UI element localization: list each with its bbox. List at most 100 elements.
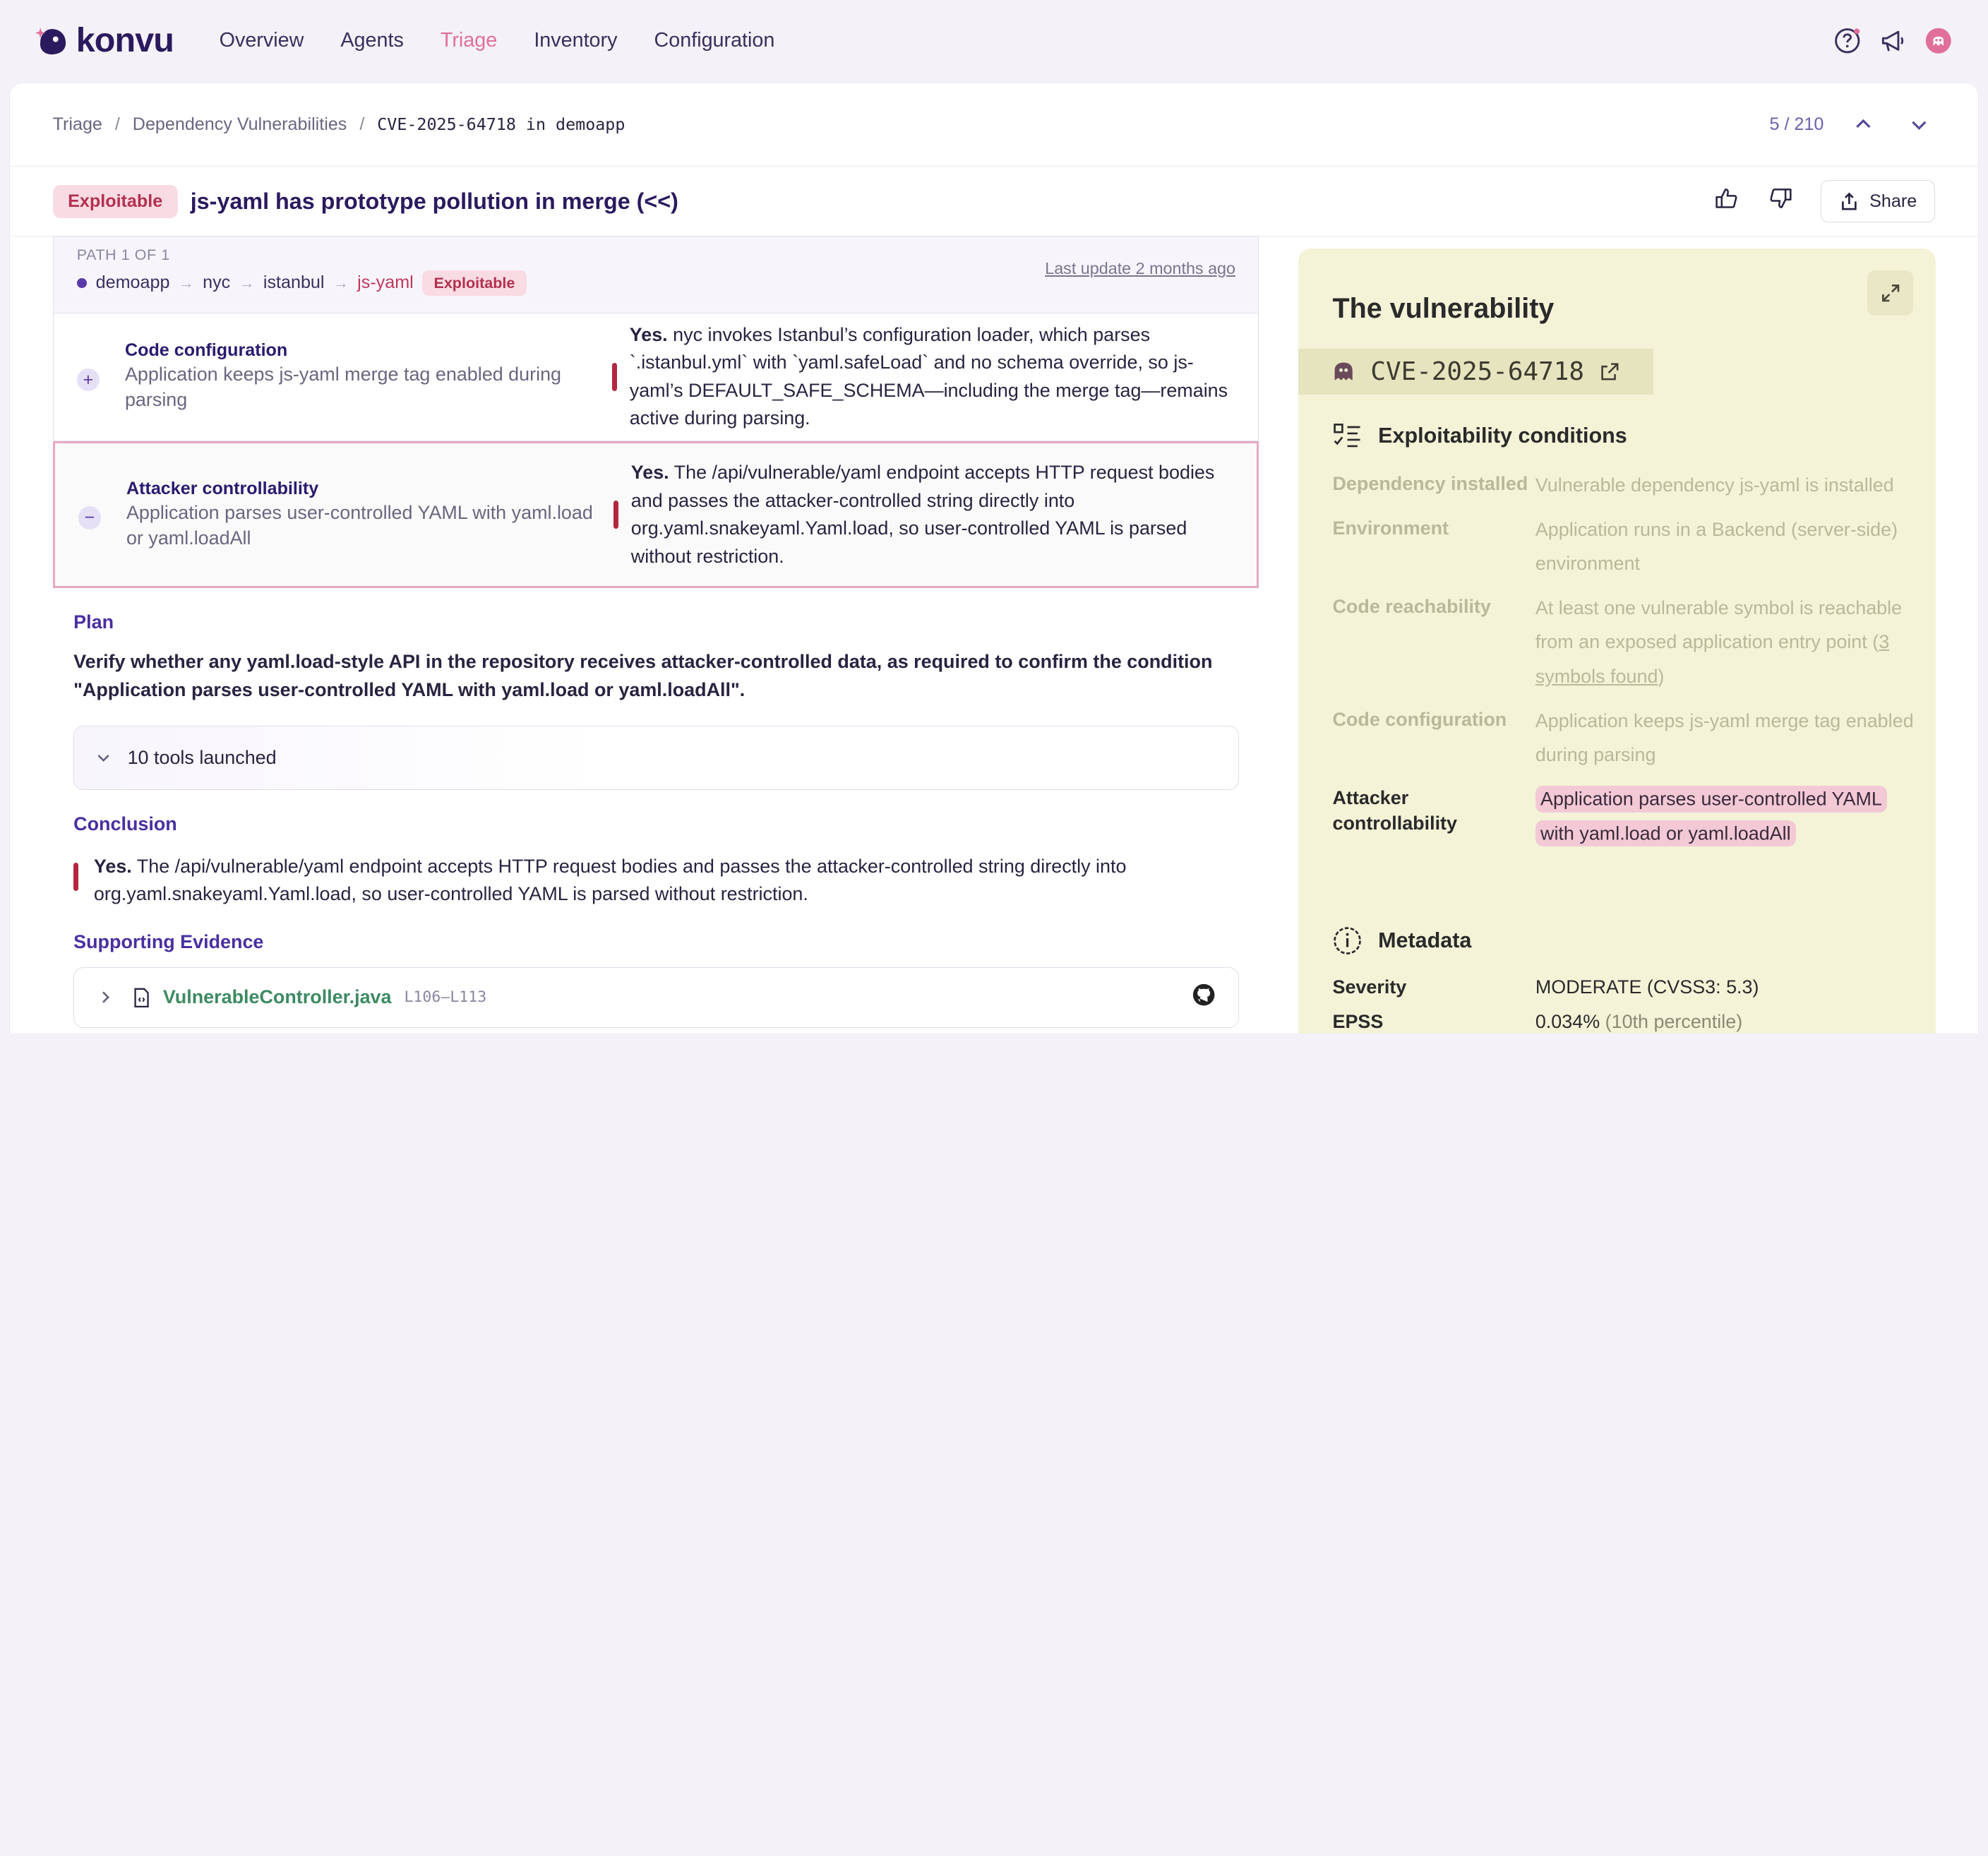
chevron-up-icon xyxy=(1855,119,1871,128)
thumbs-down-button[interactable] xyxy=(1768,186,1793,217)
evidence-file-name[interactable]: VulnerableController.java xyxy=(163,986,392,1008)
status-bar xyxy=(613,501,618,529)
path-node-js-yaml[interactable]: js-yaml xyxy=(357,273,414,293)
checklist-icon xyxy=(1334,424,1360,448)
condition-value: Application parses user-controlled YAML … xyxy=(1535,782,1916,851)
vulnerability-panel: The vulnerability CVE-2025-64718 Exploit… xyxy=(1298,248,1936,1034)
cve-id: CVE-2025-64718 xyxy=(1370,357,1584,386)
info-icon xyxy=(1334,927,1362,954)
tools-launched-toggle[interactable]: 10 tools launched xyxy=(73,725,1239,791)
share-icon xyxy=(1842,192,1857,210)
condition-key: Dependency installed xyxy=(1332,473,1528,495)
path-node-istanbul[interactable]: istanbul xyxy=(263,273,325,293)
condition-key: Code configuration xyxy=(1332,709,1507,731)
section-title: Exploitability conditions xyxy=(1378,424,1627,448)
condition-answer: Yes. nyc invokes Istanbul’s configuratio… xyxy=(630,321,1240,433)
conditions-list: Dependency installed Vulnerable dependen… xyxy=(1332,472,1915,865)
nav-triage[interactable]: Triage xyxy=(441,29,497,52)
condition-item: Code reachability At least one vulnerabl… xyxy=(1332,594,1915,693)
last-update-link[interactable]: Last update 2 months ago xyxy=(1045,259,1235,278)
condition-item: Dependency installed Vulnerable dependen… xyxy=(1332,472,1915,502)
breadcrumb-current: CVE-2025-64718 in demoapp xyxy=(377,114,625,135)
condition-value: Application keeps js-yaml merge tag enab… xyxy=(1535,710,1914,766)
top-nav: konvu Overview Agents Triage Inventory C… xyxy=(0,0,1988,81)
path-node-demoapp[interactable]: demoapp xyxy=(96,273,170,293)
pager-position: 5 / 210 xyxy=(1769,114,1824,134)
condition-subtitle: Application parses user-controlled YAML … xyxy=(126,501,593,549)
nav-configuration[interactable]: Configuration xyxy=(654,29,775,52)
condition-value: At least one vulnerable symbol is reacha… xyxy=(1535,591,1916,693)
conclusion-yes: Yes. xyxy=(93,855,132,877)
status-bar xyxy=(611,363,617,391)
page-title: js-yaml has prototype pollution in merge… xyxy=(190,188,678,214)
evidence-line-range: L106–L113 xyxy=(404,988,487,1007)
condition-item: Code configuration Application keeps js-… xyxy=(1332,707,1915,772)
megaphone-icon[interactable] xyxy=(1879,27,1908,55)
condition-row-attacker-controllability[interactable]: − Attacker controllability Application p… xyxy=(53,441,1259,589)
thumbs-down-icon xyxy=(1769,188,1792,208)
arrow-right-icon: → xyxy=(333,273,349,292)
expand-icon[interactable]: + xyxy=(76,368,100,392)
condition-key: Attacker controllability xyxy=(1332,787,1457,834)
highlighted-value: Application parses user-controlled YAML … xyxy=(1535,786,1888,847)
chevron-down-icon xyxy=(97,754,109,762)
collapse-icon[interactable]: − xyxy=(78,506,102,529)
nav-overview[interactable]: Overview xyxy=(220,29,304,52)
condition-value-text: At least one vulnerable symbol is reacha… xyxy=(1535,597,1903,653)
path-status-badge: Exploitable xyxy=(422,270,527,297)
help-icon[interactable] xyxy=(1833,27,1862,55)
expand-icon xyxy=(1881,284,1899,301)
nav-agents[interactable]: Agents xyxy=(340,29,403,52)
metadata-heading: Metadata xyxy=(1332,926,1471,956)
cve-identifier[interactable]: CVE-2025-64718 xyxy=(1298,348,1653,395)
file-code-icon xyxy=(134,988,149,1007)
github-icon[interactable] xyxy=(1192,983,1215,1012)
previous-item-button[interactable] xyxy=(1847,108,1880,141)
answer-yes: Yes. xyxy=(629,323,668,345)
avatar[interactable] xyxy=(1924,27,1953,55)
next-item-button[interactable] xyxy=(1903,108,1936,141)
breadcrumb-separator: / xyxy=(359,114,365,134)
epss-percentile: (10th percentile) xyxy=(1605,1010,1743,1032)
chevron-right-icon xyxy=(102,991,110,1004)
condition-item: Environment Application runs in a Backen… xyxy=(1332,516,1915,581)
condition-row-code-configuration[interactable]: + Code configuration Application keeps j… xyxy=(53,313,1259,441)
metadata-item: EPSS 0.034% (10th percentile) xyxy=(1332,1011,1915,1033)
path-node-nyc[interactable]: nyc xyxy=(203,273,230,293)
expand-panel-button[interactable] xyxy=(1867,270,1914,316)
condition-item-active: Attacker controllability Application par… xyxy=(1332,786,1915,851)
share-button[interactable]: Share xyxy=(1820,180,1936,222)
metadata-key: Severity xyxy=(1332,976,1407,998)
condition-value: Application runs in a Backend (server-si… xyxy=(1535,518,1898,575)
metadata-list: Severity MODERATE (CVSS3: 5.3) EPSS 0.03… xyxy=(1332,976,1915,1034)
chevron-down-icon xyxy=(1911,121,1927,131)
panel-title: The vulnerability xyxy=(1332,292,1555,324)
page: konvu Overview Agents Triage Inventory C… xyxy=(0,0,1988,1034)
breadcrumb-separator: / xyxy=(114,114,120,134)
metadata-value: MODERATE (CVSS3: 5.3) xyxy=(1535,976,1759,998)
condition-title: Attacker controllability xyxy=(126,478,319,498)
status-badge: Exploitable xyxy=(52,184,178,218)
tools-launched-label: 10 tools launched xyxy=(127,746,277,768)
analysis-column: PATH 1 OF 1 demoapp → nyc → istanbul → j… xyxy=(53,236,1259,1028)
arrow-right-icon: → xyxy=(239,273,255,292)
exploitability-conditions-heading: Exploitability conditions xyxy=(1332,421,1627,451)
breadcrumb: Triage / Dependency Vulnerabilities / CV… xyxy=(9,83,1979,167)
evidence-heading: Supporting Evidence xyxy=(73,931,264,953)
breadcrumb-dependency-vulnerabilities[interactable]: Dependency Vulnerabilities xyxy=(133,114,347,135)
arrow-right-icon: → xyxy=(179,273,194,292)
nav-inventory[interactable]: Inventory xyxy=(534,29,617,52)
evidence-item[interactable]: VulnerableController.java L106–L113 xyxy=(73,966,1239,1028)
metadata-key: EPSS xyxy=(1332,1010,1384,1032)
plan-text: Verify whether any yaml.load-style API i… xyxy=(73,651,1213,700)
conclusion-body: The /api/vulnerable/yaml endpoint accept… xyxy=(93,855,1127,905)
thumbs-up-button[interactable] xyxy=(1714,186,1740,217)
conclusion-heading: Conclusion xyxy=(73,813,177,834)
breadcrumb-triage[interactable]: Triage xyxy=(53,114,102,135)
logo[interactable]: konvu xyxy=(35,20,174,60)
epss-value: 0.034% xyxy=(1535,1010,1600,1032)
section-title: Metadata xyxy=(1378,928,1472,953)
answer-yes: Yes. xyxy=(630,462,669,484)
metadata-value: 0.034% (10th percentile) xyxy=(1535,1011,1916,1033)
condition-key: Code reachability xyxy=(1332,596,1491,618)
